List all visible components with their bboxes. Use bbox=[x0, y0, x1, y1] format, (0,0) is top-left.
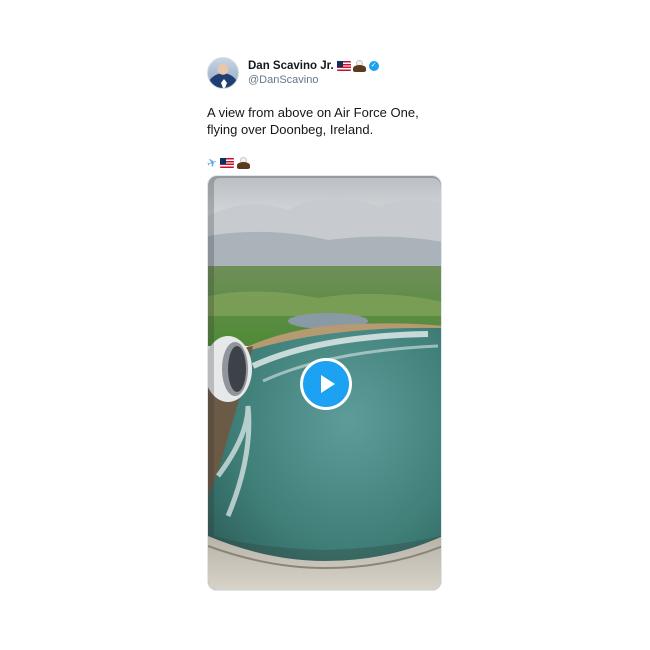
avatar[interactable] bbox=[207, 57, 239, 89]
tweet-text: A view from above on Air Force One, flyi… bbox=[207, 104, 447, 138]
video-player[interactable] bbox=[207, 175, 442, 591]
play-button[interactable] bbox=[300, 358, 352, 410]
eagle-icon bbox=[237, 157, 251, 169]
display-name[interactable]: Dan Scavino Jr. bbox=[248, 60, 334, 73]
handle[interactable]: @DanScavino bbox=[248, 74, 379, 86]
tweet-text-line-2: flying over Doonbeg, Ireland. bbox=[207, 122, 374, 137]
eagle-icon bbox=[352, 59, 366, 72]
tweet-card: Dan Scavino Jr. ✓ @DanScavino A view fro… bbox=[204, 56, 447, 172]
us-flag-icon bbox=[220, 158, 235, 168]
tweet-emojis: ✈ bbox=[204, 154, 447, 172]
display-name-row[interactable]: Dan Scavino Jr. ✓ bbox=[248, 60, 379, 73]
play-icon bbox=[321, 375, 335, 393]
tweet-text-line-1: A view from above on Air Force One, bbox=[207, 105, 419, 120]
us-flag-icon bbox=[336, 60, 351, 71]
name-emojis bbox=[336, 59, 366, 72]
author-names: Dan Scavino Jr. ✓ @DanScavino bbox=[248, 60, 379, 87]
verified-badge-icon: ✓ bbox=[368, 60, 379, 71]
tweet-header: Dan Scavino Jr. ✓ @DanScavino bbox=[207, 56, 447, 90]
airplane-icon: ✈ bbox=[204, 154, 220, 172]
